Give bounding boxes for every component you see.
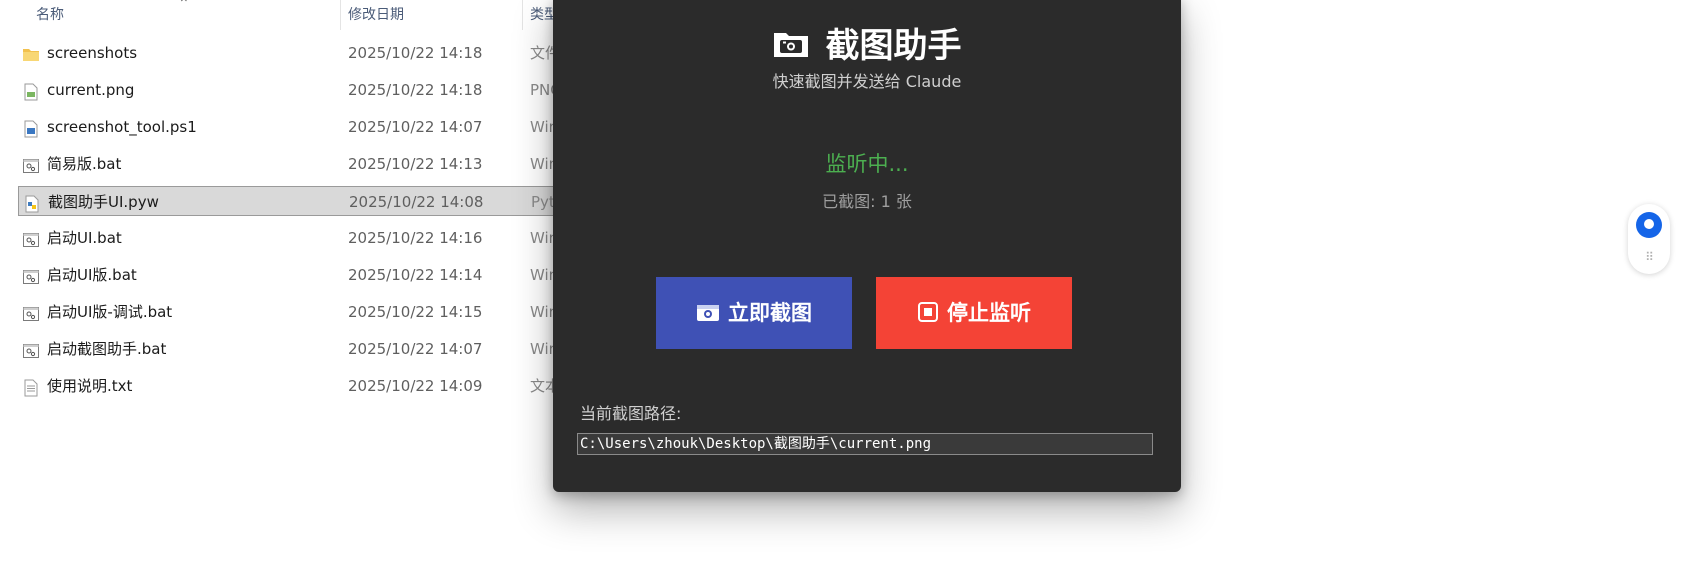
column-divider[interactable] bbox=[522, 0, 523, 30]
app-title: 截图助手 bbox=[825, 26, 962, 66]
stop-listening-label: 停止监听 bbox=[947, 301, 1031, 325]
text-file-icon bbox=[22, 377, 40, 397]
screenshot-assistant-window: 截图助手 快速截图并发送给 Claude 监听中... 已截图: 1 张 立即截… bbox=[553, 0, 1181, 492]
file-modified-date: 2025/10/22 14:13 bbox=[348, 155, 483, 173]
sort-ascending-icon: ⌃ bbox=[178, 0, 190, 12]
file-row[interactable]: screenshot_tool.ps1 2025/10/22 14:07 Win bbox=[18, 112, 558, 142]
batch-file-icon bbox=[22, 340, 40, 358]
file-name: 启动UI版-调试.bat bbox=[47, 303, 173, 321]
title-row: 截图助手 bbox=[553, 18, 1181, 66]
capture-count: 已截图: 1 张 bbox=[822, 192, 912, 211]
assistant-bubble-icon[interactable] bbox=[1636, 212, 1662, 238]
batch-file-icon bbox=[22, 266, 40, 284]
drag-handle-icon[interactable]: ⠿ bbox=[1628, 250, 1670, 264]
file-modified-date: 2025/10/22 14:18 bbox=[348, 44, 483, 62]
file-row[interactable]: 使用说明.txt 2025/10/22 14:09 文本 bbox=[18, 371, 558, 401]
batch-file-icon bbox=[22, 155, 40, 173]
file-row[interactable]: 启动UI版-调试.bat 2025/10/22 14:15 Win bbox=[18, 297, 558, 327]
screenshot-path-field[interactable]: C:\Users\zhouk\Desktop\截图助手\current.png bbox=[577, 433, 1153, 455]
file-modified-date: 2025/10/22 14:07 bbox=[348, 118, 483, 136]
file-name: 简易版.bat bbox=[47, 155, 122, 173]
stop-icon bbox=[918, 302, 938, 322]
python-file-icon bbox=[23, 193, 41, 213]
file-modified-date: 2025/10/22 14:15 bbox=[348, 303, 483, 321]
file-row[interactable]: current.png2025/10/22 14:18PNG bbox=[18, 75, 558, 105]
path-label: 当前截图路径: bbox=[580, 404, 682, 423]
file-modified-date: 2025/10/22 14:07 bbox=[348, 340, 483, 358]
file-modified-date: 2025/10/22 14:14 bbox=[348, 266, 483, 284]
floating-assistant-widget[interactable]: ⠿ bbox=[1628, 204, 1670, 274]
file-row[interactable]: 启动UI.bat 2025/10/22 14:16 Win bbox=[18, 223, 558, 253]
camera-icon bbox=[697, 305, 719, 321]
batch-file-icon bbox=[22, 303, 40, 321]
column-header-date[interactable]: 修改日期 bbox=[348, 0, 518, 30]
file-row[interactable]: 简易版.bat 2025/10/22 14:13 Win bbox=[18, 149, 558, 179]
capture-now-button[interactable]: 立即截图 bbox=[656, 277, 852, 349]
file-row[interactable]: 截图助手UI.pyw 2025/10/22 14:08 Pyt bbox=[18, 186, 558, 216]
file-name: 截图助手UI.pyw bbox=[48, 193, 159, 211]
file-name: screenshots bbox=[47, 44, 138, 62]
file-modified-date: 2025/10/22 14:18 bbox=[348, 81, 483, 99]
file-name: current.png bbox=[47, 81, 135, 99]
file-modified-date: 2025/10/22 14:16 bbox=[348, 229, 483, 247]
stop-listening-button[interactable]: 停止监听 bbox=[876, 277, 1072, 349]
powershell-file-icon bbox=[22, 118, 40, 138]
file-modified-date: 2025/10/22 14:08 bbox=[349, 193, 484, 211]
file-name: 启动截图助手.bat bbox=[47, 340, 167, 358]
app-subtitle: 快速截图并发送给 Claude bbox=[772, 72, 962, 91]
file-row[interactable]: screenshots 2025/10/22 14:18 文件 bbox=[18, 38, 558, 68]
image-file-icon bbox=[22, 81, 40, 101]
batch-file-icon bbox=[22, 229, 40, 247]
file-name: 启动UI.bat bbox=[47, 229, 122, 247]
capture-now-label: 立即截图 bbox=[728, 301, 812, 325]
file-row[interactable]: 启动截图助手.bat 2025/10/22 14:07 Win bbox=[18, 334, 558, 364]
file-name: 使用说明.txt bbox=[47, 377, 133, 395]
file-row[interactable]: 启动UI版.bat 2025/10/22 14:14 Win bbox=[18, 260, 558, 290]
folder-icon bbox=[22, 44, 40, 62]
status-text: 监听中... bbox=[825, 152, 909, 176]
camera-folder-icon bbox=[774, 32, 809, 57]
file-modified-date: 2025/10/22 14:09 bbox=[348, 377, 483, 395]
column-divider[interactable] bbox=[340, 0, 341, 30]
file-name: screenshot_tool.ps1 bbox=[47, 118, 197, 136]
file-name: 启动UI版.bat bbox=[47, 266, 137, 284]
